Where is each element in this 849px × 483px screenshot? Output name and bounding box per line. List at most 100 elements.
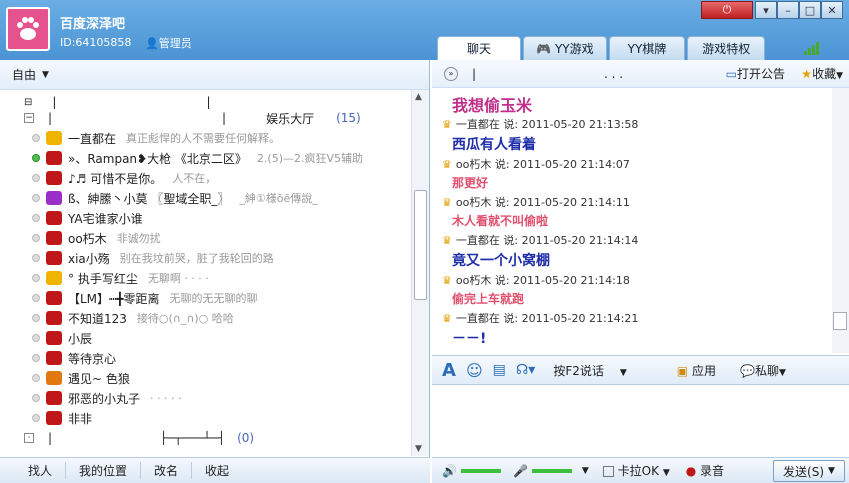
member-name: 非非 bbox=[68, 411, 93, 426]
lobby-name: 娱乐大厅 bbox=[266, 111, 315, 126]
karaoke-checkbox[interactable]: 卡拉OK ▼ bbox=[602, 462, 670, 479]
gamepad-icon: 🎮 bbox=[536, 41, 551, 56]
message-input[interactable] bbox=[432, 386, 849, 456]
member-name: YA宅谁家小谁 bbox=[68, 211, 143, 226]
member-name: ° 执手写红尘 bbox=[68, 271, 138, 286]
microphone-icon[interactable]: 🎤 bbox=[513, 464, 528, 478]
rename-button[interactable]: 改名 bbox=[141, 462, 193, 479]
voice-effect-icon[interactable]: ☊▾ bbox=[516, 362, 535, 378]
status-dot bbox=[32, 234, 40, 242]
member-row[interactable]: »、Rampan❥大枪 《北京二区》 2.(5)—2.疯狂V5辅助 bbox=[0, 148, 363, 168]
member-name: 邪恶的小丸子 bbox=[68, 391, 141, 406]
message-text: 那更好 bbox=[452, 176, 489, 190]
font-icon[interactable]: A bbox=[442, 360, 456, 381]
member-panel: 自由 ▼ ⊟ | | − | | 娱乐大厅 (15) 一直都在 真正彪悍的人不需要任何解释。»、… bbox=[0, 60, 430, 457]
private-chat-button[interactable]: 💬私聊▼ bbox=[740, 362, 786, 379]
member-tree: ⊟ | | − | | 娱乐大厅 (15) 一直都在 真正彪悍的人不需要任何解释。 »、Ramp… bbox=[0, 92, 410, 454]
message-text: 偷完上车就跑 bbox=[452, 292, 525, 306]
maximize-button[interactable]: □ bbox=[799, 1, 821, 19]
member-badge-icon bbox=[46, 151, 62, 165]
collapse-icon[interactable]: − bbox=[24, 113, 34, 123]
member-signature: · · · · · bbox=[150, 391, 182, 405]
speak-mode-select[interactable]: 按F2说话 ▼ bbox=[553, 362, 626, 379]
send-button[interactable]: 发送(S) ▼ bbox=[773, 460, 845, 482]
member-row[interactable]: ° 执手写红尘 无聊啊 · · · · bbox=[0, 268, 209, 288]
tab-chat[interactable]: 聊天 bbox=[437, 36, 521, 60]
member-name: xia小殇 bbox=[68, 251, 110, 266]
mic-volume-slider[interactable] bbox=[531, 468, 572, 473]
member-row[interactable]: 遇见~ 色狼 bbox=[0, 368, 140, 388]
member-row[interactable]: ß、紳縢丶小莫 〖聖域全职_〗 _紳①様ōē傳說_ bbox=[0, 188, 318, 208]
member-row[interactable]: 【LM】┉╋零距离 无聊的无无聊的聊 bbox=[0, 288, 258, 308]
message-header: ♛ oo朽木 说: 2011-05-20 21:14:11 bbox=[442, 196, 630, 209]
message-header: ♛ 一直都在 说: 2011-05-20 21:13:58 bbox=[442, 118, 639, 131]
status-dot bbox=[32, 374, 40, 382]
member-signature: 无聊啊 · · · · bbox=[147, 272, 209, 285]
member-row[interactable]: 小辰 bbox=[0, 328, 102, 348]
announcement-button[interactable]: ▭打开公告 bbox=[726, 65, 785, 82]
member-badge-icon bbox=[46, 211, 62, 225]
status-dot bbox=[32, 214, 40, 222]
status-dot bbox=[32, 414, 40, 422]
member-name: ß、紳縢丶小莫 〖聖域全职_〗 bbox=[68, 191, 230, 206]
status-dot bbox=[32, 154, 40, 162]
member-row[interactable]: ♪♬ 可惜不是你。 人不在， bbox=[0, 168, 216, 188]
message-list: 我想偷玉米 ♛ 一直都在 说: 2011-05-20 21:13:58 西瓜有人看着 ♛… bbox=[432, 88, 832, 353]
member-badge-icon bbox=[46, 191, 62, 205]
speaker-volume-slider[interactable] bbox=[460, 468, 501, 473]
my-location-button[interactable]: 我的位置 bbox=[66, 462, 142, 479]
favorite-button[interactable]: ★收藏▼ bbox=[801, 65, 843, 82]
lobby-row[interactable]: − | | 娱乐大厅 (15) bbox=[0, 108, 361, 128]
status-dot bbox=[32, 254, 40, 262]
power-button[interactable]: ⏻ bbox=[701, 1, 753, 19]
member-scrollbar[interactable]: ▲ ▼ bbox=[411, 90, 429, 456]
collapse-button[interactable]: 收起 bbox=[192, 462, 242, 479]
member-row[interactable]: oo朽木 非诚勿扰 bbox=[0, 228, 161, 248]
lobby-count: (15) bbox=[336, 111, 361, 125]
member-row[interactable]: 一直都在 真正彪悍的人不需要任何解释。 bbox=[0, 128, 280, 148]
member-row[interactable]: xia小殇 别在我坟前哭，脏了我轮回的路 bbox=[0, 248, 274, 268]
tab-game-privilege[interactable]: 游戏特权 bbox=[687, 36, 766, 60]
scroll-thumb[interactable] bbox=[414, 190, 427, 300]
member-name: 小辰 bbox=[68, 331, 93, 346]
speaker-icon[interactable]: 🔊 bbox=[442, 464, 457, 478]
message-header: ♛ 一直都在 说: 2011-05-20 21:14:14 bbox=[442, 234, 639, 247]
crown-icon: ♛ bbox=[442, 118, 452, 131]
expand-icon[interactable]: » bbox=[444, 66, 458, 81]
member-badge-icon bbox=[46, 271, 62, 285]
message-text: －－! bbox=[452, 331, 487, 347]
status-dot bbox=[32, 194, 40, 202]
record-button[interactable]: ● 录音 bbox=[686, 462, 724, 479]
channel-title: 百度深泽吧 bbox=[60, 17, 126, 32]
find-person-button[interactable]: 找人 bbox=[0, 462, 67, 479]
close-button[interactable]: ✕ bbox=[821, 1, 843, 19]
member-row[interactable]: 等待京心 bbox=[0, 348, 126, 368]
status-dot bbox=[32, 354, 40, 362]
member-name: »、Rampan❥大枪 《北京二区》 bbox=[68, 151, 247, 166]
message-header: ♛ 一直都在 说: 2011-05-20 21:14:21 bbox=[442, 312, 639, 325]
member-row[interactable]: 不知道123 接待○(∩_∩)○ 哈哈 bbox=[0, 308, 234, 328]
minimize-button[interactable]: – bbox=[777, 1, 799, 19]
member-row[interactable]: 非非 bbox=[0, 408, 102, 428]
tab-yy-games[interactable]: 🎮 YY游戏 bbox=[523, 36, 607, 60]
role-label: 👤管理员 bbox=[145, 37, 192, 50]
message-text: 我想偷玉米 bbox=[452, 96, 533, 115]
member-row[interactable]: 邪恶的小丸子 · · · · · bbox=[0, 388, 182, 408]
tab-yy-chess[interactable]: YY棋牌 bbox=[608, 36, 686, 60]
channel-logo[interactable] bbox=[6, 7, 50, 51]
crown-icon: ♛ bbox=[442, 196, 452, 209]
app-button[interactable]: ▣ 应用 bbox=[677, 362, 716, 379]
member-name: 等待京心 bbox=[68, 351, 117, 366]
sub-channel-count: (0) bbox=[237, 431, 255, 445]
chat-footer: 🔊 🎤 ▼ 卡拉OK ▼ ● 录音 发送(S) ▼ bbox=[432, 457, 849, 483]
chevron-down-icon: ▼ bbox=[42, 69, 49, 80]
member-row[interactable]: YA宅谁家小谁 bbox=[0, 208, 153, 228]
member-name: 【LM】┉╋零距离 bbox=[68, 291, 160, 306]
emoji-icon[interactable]: ☺ bbox=[466, 361, 483, 380]
chat-bubble-icon: 💬 bbox=[739, 363, 755, 378]
status-dot bbox=[32, 394, 40, 402]
chat-scrollbar[interactable] bbox=[832, 88, 849, 353]
menu-button[interactable]: ▾ bbox=[755, 1, 777, 19]
mode-selector[interactable]: 自由 ▼ bbox=[0, 60, 429, 90]
screenshot-icon[interactable]: ▤ bbox=[493, 362, 506, 378]
